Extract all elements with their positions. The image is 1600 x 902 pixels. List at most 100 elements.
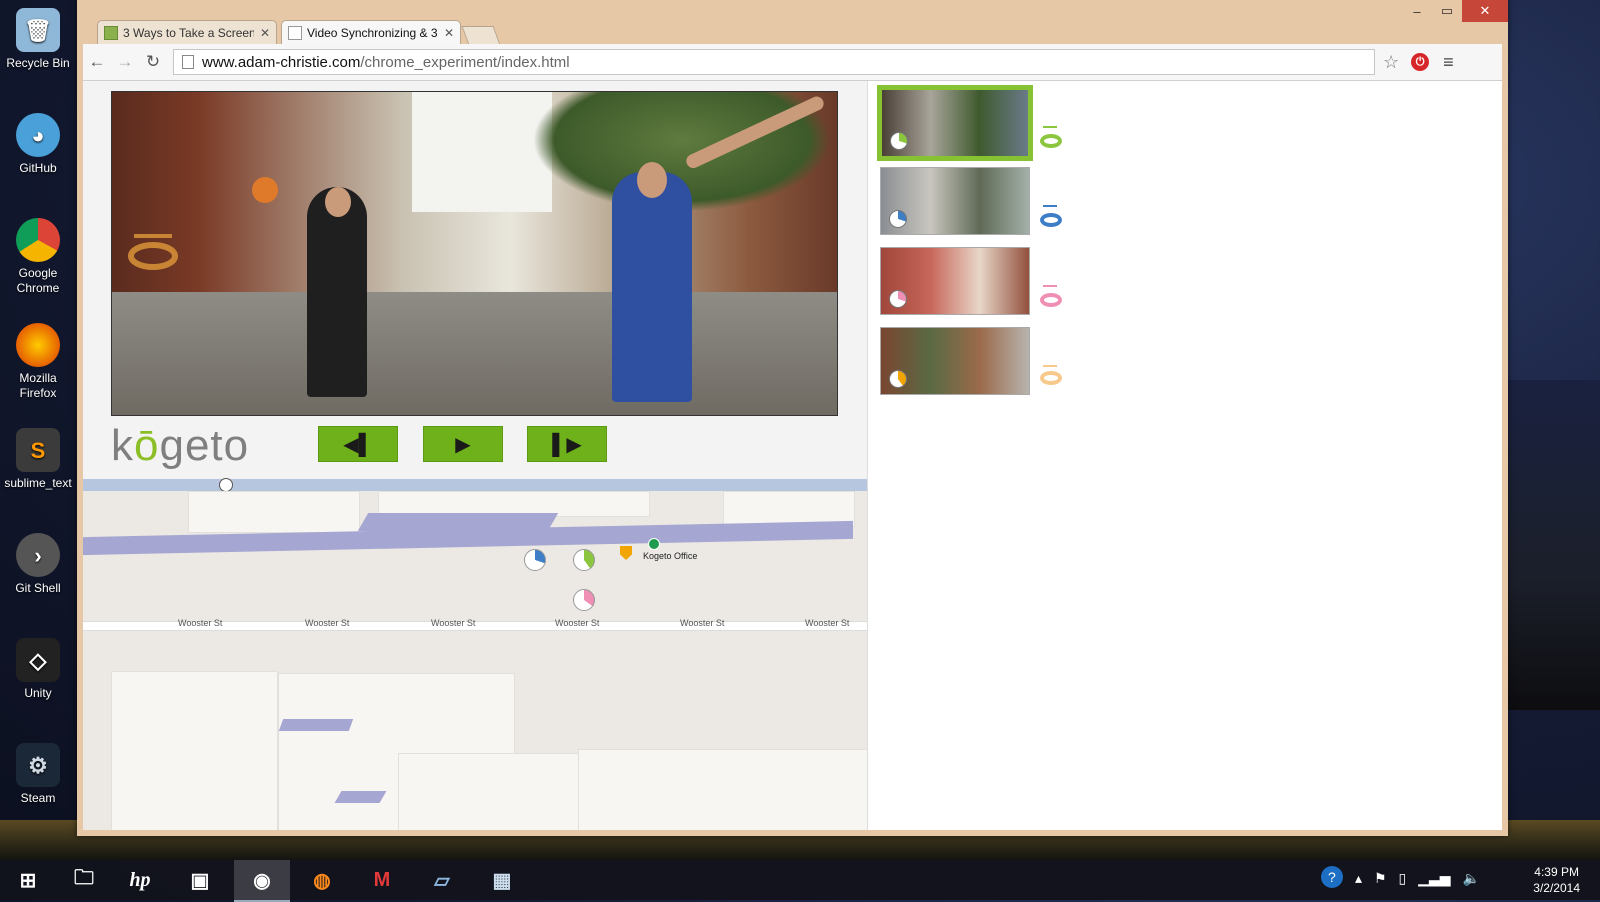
logo-part: k (111, 421, 134, 470)
camera-ring-green-icon[interactable] (1040, 134, 1062, 148)
camera-marker-orange[interactable] (620, 546, 632, 560)
video-person-right (612, 172, 692, 402)
video-player[interactable] (111, 91, 838, 416)
action-center-flag-icon[interactable]: ⚑ (1374, 870, 1387, 888)
logo-part: ō (134, 421, 160, 470)
new-tab-button[interactable] (461, 26, 501, 45)
windows-start-icon[interactable]: ⊞ (0, 860, 56, 900)
tab-strip: 3 Ways to Take a Screensh ✕ Video Synchr… (97, 20, 501, 45)
unity-icon: ◇ (16, 638, 60, 682)
camera-thumb-4[interactable] (880, 327, 1030, 395)
office-location-pin[interactable] (648, 538, 660, 550)
map-road-highlight (278, 719, 354, 731)
direction-pie-icon (890, 132, 908, 150)
system-tray: ? ▴ ⚑ ▯ ▁▃▅ 🔈 (1309, 866, 1480, 888)
tab-close-icon[interactable]: ✕ (260, 26, 270, 40)
desktop-icon-recycle-bin[interactable]: 🗑 Recycle Bin (4, 8, 72, 71)
camera-marker-green[interactable] (573, 549, 595, 571)
street-map[interactable]: Wooster St Wooster St Wooster St Wooster… (83, 491, 867, 830)
timeline-bar[interactable] (83, 479, 867, 491)
git-shell-icon: › (16, 533, 60, 577)
next-frame-button[interactable]: ▌▶ (527, 426, 607, 462)
desktop-icon-google-chrome[interactable]: Google Chrome (4, 218, 72, 296)
previous-frame-button[interactable]: ◀▌ (318, 426, 398, 462)
clock[interactable]: 4:39 PM 3/2/2014 (1533, 864, 1580, 896)
play-button[interactable]: ▶ (423, 426, 503, 462)
mcafee-icon[interactable]: M (354, 860, 410, 900)
video-person-left (307, 187, 367, 397)
video-street (112, 292, 837, 415)
tab-video-sync[interactable]: Video Synchronizing & 36 ✕ (281, 20, 461, 44)
address-bar[interactable]: www.adam-christie.com/chrome_experiment/… (173, 49, 1375, 75)
calculator-icon[interactable]: ▦ (474, 860, 530, 900)
desktop-icon-label: Recycle Bin (6, 56, 70, 70)
maximize-button[interactable]: ▭ (1432, 0, 1462, 22)
close-button[interactable]: ✕ (1462, 0, 1508, 22)
reload-icon[interactable]: ↻ (139, 52, 167, 72)
map-building (188, 491, 360, 533)
step-forward-icon: ▌▶ (552, 433, 582, 456)
map-road-highlight (357, 513, 559, 531)
clock-date: 3/2/2014 (1533, 881, 1580, 895)
camera-ring-overlay-icon (128, 234, 178, 270)
network-signal-icon[interactable]: ▁▃▅ (1418, 870, 1450, 888)
street-label: Wooster St (178, 618, 223, 628)
logo-part: geto (159, 421, 250, 470)
bookmark-star-icon[interactable]: ☆ (1383, 52, 1399, 73)
camera-marker-pink[interactable] (573, 589, 595, 611)
video-head-right (637, 162, 667, 198)
camera-thumb-2[interactable] (880, 167, 1030, 235)
battery-icon[interactable]: ▯ (1399, 870, 1407, 888)
camera-ring-pink-icon[interactable] (1040, 293, 1062, 307)
street-label: Wooster St (680, 618, 725, 628)
desktop-icon-sublime-text[interactable]: S sublime_text (4, 428, 72, 491)
video-sky (412, 92, 552, 212)
desktop-icon-github[interactable]: ◕ GitHub (4, 113, 72, 176)
camera-ring-blue-icon[interactable] (1040, 213, 1062, 227)
hp-icon[interactable]: hp (112, 860, 168, 900)
camera-list-panel (868, 81, 1502, 830)
video-head-left (325, 187, 351, 217)
office-label: Kogeto Office (643, 551, 698, 561)
forward-arrow-icon[interactable]: → (111, 52, 139, 72)
street-label: Wooster St (431, 618, 476, 628)
recycle-bin-icon: 🗑 (16, 8, 60, 52)
desktop-icon-label: Google Chrome (16, 266, 60, 295)
tab-wikihow[interactable]: 3 Ways to Take a Screensh ✕ (97, 20, 277, 44)
desktop-icons: 🗑 Recycle Bin ◕ GitHub Google Chrome Moz… (0, 0, 76, 860)
chrome-icon[interactable]: ◉ (234, 860, 290, 902)
window-controls: – ▭ ✕ (1402, 0, 1508, 22)
camera-marker-blue[interactable] (524, 549, 546, 571)
taskbar: ⊞ 🗀 hp ▣ ◉ ◍ M ▱ ▦ ? ▴ ⚑ ▯ ▁▃▅ 🔈 4:39 PM… (0, 860, 1600, 902)
timeline-scrubber-handle[interactable] (219, 478, 233, 492)
extension-icon[interactable]: ⏻ (1411, 53, 1430, 71)
desktop-icon-label: Unity (24, 686, 52, 700)
menu-icon[interactable]: ≡ (1443, 52, 1454, 73)
ring-dash (1043, 126, 1057, 128)
remote-desktop-icon[interactable]: ▣ (172, 860, 228, 900)
camera-thumb-1[interactable] (877, 85, 1033, 161)
back-arrow-icon[interactable]: ← (83, 52, 111, 72)
file-explorer-icon[interactable]: 🗀 (56, 860, 112, 900)
camera-ring-orange-icon[interactable] (1040, 371, 1062, 385)
desktop-icon-mozilla-firefox[interactable]: Mozilla Firefox (4, 323, 72, 401)
tab-title: 3 Ways to Take a Screensh (123, 25, 254, 40)
desktop-icon-steam[interactable]: ⚙ Steam (4, 743, 72, 806)
volume-icon[interactable]: 🔈 (1463, 870, 1480, 888)
github-icon: ◕ (16, 113, 60, 157)
firefox-icon[interactable]: ◍ (294, 860, 350, 900)
desktop-icon-unity[interactable]: ◇ Unity (4, 638, 72, 701)
desktop-icon-git-shell[interactable]: › Git Shell (4, 533, 72, 596)
tab-close-icon[interactable]: ✕ (444, 26, 454, 40)
camera-thumb-3[interactable] (880, 247, 1030, 315)
desktop-icon-label: Mozilla Firefox (19, 371, 57, 400)
help-icon[interactable]: ? (1320, 866, 1343, 888)
ring-dash (1043, 285, 1057, 287)
minimize-button[interactable]: – (1402, 0, 1432, 22)
map-building (578, 749, 867, 830)
app-icon[interactable]: ▱ (414, 860, 470, 900)
desktop-icon-label: sublime_text (4, 476, 72, 490)
desktop-icon-label: GitHub (19, 161, 57, 175)
desktop-icon-label: Steam (20, 791, 56, 805)
show-hidden-icons-icon[interactable]: ▴ (1355, 870, 1362, 888)
